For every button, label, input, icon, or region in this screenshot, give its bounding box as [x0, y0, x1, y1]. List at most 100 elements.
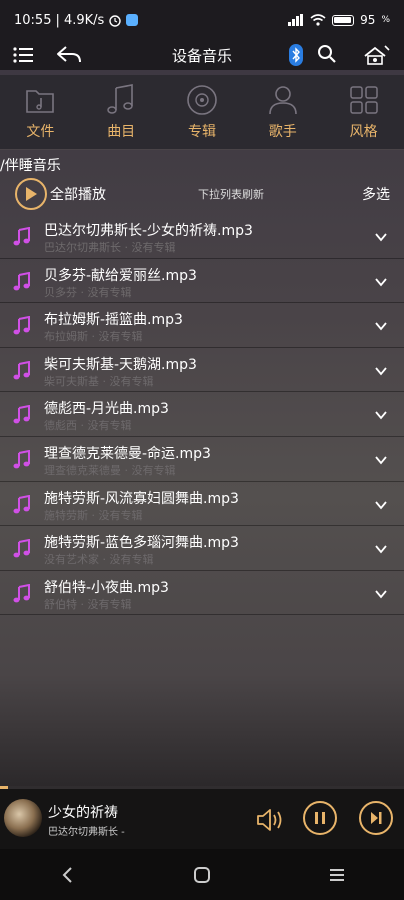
music-note-icon [104, 83, 138, 117]
chevron-down-icon[interactable] [374, 498, 388, 512]
music-note-icon [13, 449, 30, 469]
now-playing-artist: 巴达尔切弗斯长 - [48, 827, 125, 838]
track-subtitle: 没有艺术家 · 没有专辑 [44, 553, 154, 567]
tab-genres-label: 风格 [349, 124, 378, 140]
track-row[interactable]: 舒伯特-小夜曲.mp3 舒伯特 · 没有专辑 [0, 571, 404, 616]
track-subtitle: 德彪西 · 没有专辑 [44, 419, 132, 433]
chevron-down-icon[interactable] [374, 275, 388, 289]
music-note-icon [13, 316, 30, 335]
category-tabs: 文件 曲目 专辑 歌手 风格 [0, 75, 404, 150]
tab-albums[interactable]: 专辑 [167, 83, 237, 141]
track-row[interactable]: 施特劳斯-蓝色多瑙河舞曲.mp3 没有艺术家 · 没有专辑 [0, 526, 404, 571]
track-subtitle: 施特劳斯 · 没有专辑 [44, 508, 143, 522]
album-cover[interactable] [4, 799, 42, 837]
network-speed: | 4.9K/s [55, 12, 105, 28]
pause-icon [315, 812, 325, 824]
music-note-icon [13, 227, 30, 246]
skip-next-icon [371, 812, 382, 824]
tab-files[interactable]: 文件 [5, 83, 75, 141]
track-title: 舒伯特-小夜曲.mp3 [44, 579, 169, 596]
music-note-icon [13, 539, 30, 558]
chevron-down-icon[interactable] [374, 364, 388, 378]
page-title: 设备音乐 [171, 47, 232, 65]
track-row[interactable]: 贝多芬-献给爱丽丝.mp3 贝多芬 · 没有专辑 [0, 259, 404, 304]
track-subtitle: 柴可夫斯基 · 没有专辑 [44, 374, 154, 388]
track-title: 德彪西-月光曲.mp3 [44, 401, 169, 418]
music-note-icon [13, 583, 30, 603]
search-button[interactable] [316, 43, 338, 65]
track-subtitle: 理查德克莱德曼 · 没有专辑 [44, 463, 176, 477]
tab-albums-label: 专辑 [187, 124, 216, 140]
tab-artists-label: 歌手 [268, 124, 297, 140]
search-icon [318, 45, 336, 63]
track-title: 施特劳斯-风流寡妇圆舞曲.mp3 [44, 490, 239, 507]
list-actions-row: 全部播放 下拉列表刷新 多选 [0, 176, 404, 212]
grid-icon [347, 83, 381, 117]
play-all-button[interactable] [15, 178, 47, 210]
chevron-down-icon[interactable] [374, 408, 388, 422]
tab-tracks-label: 曲目 [107, 124, 136, 140]
next-button[interactable] [359, 801, 393, 835]
multi-select-button[interactable]: 多选 [362, 184, 390, 204]
track-title: 贝多芬-献给爱丽丝.mp3 [44, 267, 197, 284]
track-title: 柴可夫斯基-天鹅湖.mp3 [44, 356, 197, 373]
play-all-label[interactable]: 全部播放 [50, 184, 106, 204]
tab-files-label: 文件 [26, 124, 55, 140]
folder-music-icon [23, 83, 57, 117]
cast-button[interactable] [362, 43, 392, 67]
nav-home-icon [193, 866, 210, 883]
chevron-down-icon[interactable] [374, 587, 388, 601]
track-title: 巴达尔切弗斯长-少女的祈祷.mp3 [44, 223, 253, 239]
cast-device-icon [364, 45, 390, 65]
tab-tracks[interactable]: 曲目 [86, 83, 156, 141]
track-row[interactable]: 布拉姆斯-摇篮曲.mp3 布拉姆斯 · 没有专辑 [0, 303, 404, 348]
track-row[interactable]: 施特劳斯-风流寡妇圆舞曲.mp3 施特劳斯 · 没有专辑 [0, 482, 404, 527]
volume-button[interactable] [255, 803, 285, 837]
track-list: 巴达尔切弗斯长-少女的祈祷.mp3 巴达尔切弗斯长 · 没有专辑贝多芬-献给爱丽丝… [0, 214, 404, 616]
play-icon [26, 187, 37, 201]
disc-icon [185, 83, 219, 117]
chevron-down-icon[interactable] [374, 453, 388, 467]
track-subtitle: 贝多芬 · 没有专辑 [44, 285, 132, 299]
bluetooth-icon [289, 44, 303, 66]
pause-button[interactable] [303, 801, 337, 835]
nav-recents-button[interactable] [322, 860, 352, 890]
track-row[interactable]: 理查德克莱德曼-命运.mp3 理查德克莱德曼 · 没有专辑 [0, 437, 404, 482]
track-title: 理查德克莱德曼-命运.mp3 [44, 445, 211, 462]
status-time: 10:55 [14, 12, 52, 28]
top-bar: 设备音乐 [0, 40, 404, 70]
track-row[interactable]: 德彪西-月光曲.mp3 德彪西 · 没有专辑 [0, 392, 404, 437]
status-bar: 10:55 | 4.9K/s 95% [0, 0, 404, 40]
track-subtitle: 布拉姆斯 · 没有专辑 [44, 330, 143, 344]
tab-artists[interactable]: 歌手 [248, 83, 318, 141]
nav-recents-icon [329, 868, 344, 881]
signal-icon [288, 14, 304, 26]
chevron-down-icon[interactable] [374, 319, 388, 333]
nav-home-button[interactable] [187, 860, 217, 890]
alarm-icon [109, 15, 122, 27]
tab-genres[interactable]: 风格 [329, 83, 399, 141]
app-notification-icon [126, 14, 139, 26]
person-icon [266, 83, 300, 117]
battery-icon [332, 14, 355, 26]
music-note-icon [13, 494, 30, 513]
nav-back-icon [62, 866, 73, 883]
breadcrumb[interactable]: /伴睡音乐 [0, 155, 61, 175]
mini-player[interactable]: 少女的祈祷 巴达尔切弗斯长 - [0, 789, 404, 849]
now-playing-title: 少女的祈祷 [48, 805, 118, 821]
battery-level: 95 [360, 13, 376, 27]
wifi-icon [310, 14, 326, 26]
chevron-down-icon[interactable] [374, 230, 388, 244]
track-title: 布拉姆斯-摇篮曲.mp3 [44, 312, 183, 329]
track-row[interactable]: 柴可夫斯基-天鹅湖.mp3 柴可夫斯基 · 没有专辑 [0, 348, 404, 393]
bluetooth-button[interactable] [288, 43, 304, 67]
battery-percent-symbol: % [381, 15, 390, 25]
system-nav-bar [0, 849, 404, 900]
chevron-down-icon[interactable] [374, 542, 388, 556]
refresh-hint: 下拉列表刷新 [198, 188, 264, 201]
music-note-icon [13, 405, 30, 424]
track-row[interactable]: 巴达尔切弗斯长-少女的祈祷.mp3 巴达尔切弗斯长 · 没有专辑 [0, 214, 404, 259]
track-subtitle: 巴达尔切弗斯长 · 没有专辑 [44, 241, 176, 254]
speaker-icon [257, 809, 282, 831]
nav-back-button[interactable] [52, 860, 82, 890]
